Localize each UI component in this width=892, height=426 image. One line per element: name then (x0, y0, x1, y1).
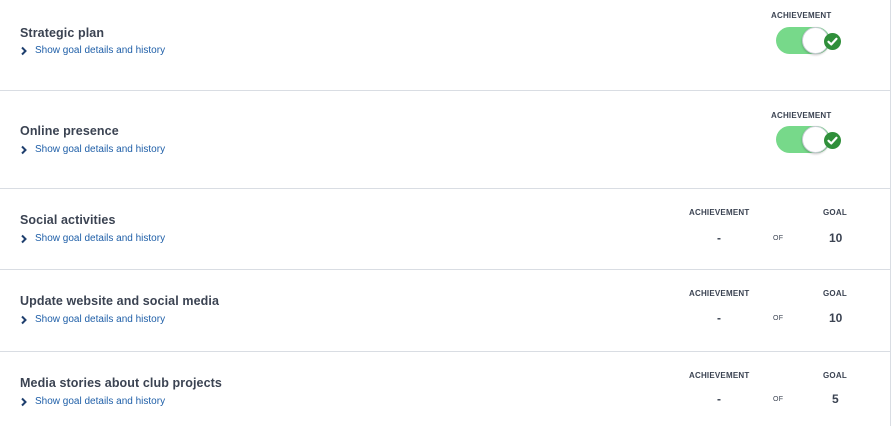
achievement-value: - (717, 231, 721, 245)
show-goal-details-label: Show goal details and history (35, 233, 166, 244)
goal-title: Update website and social media (20, 294, 219, 308)
show-goal-details-label: Show goal details and history (35, 144, 166, 155)
show-goal-details-label: Show goal details and history (35, 314, 166, 325)
goal-value: 10 (829, 231, 843, 245)
achievement-toggle[interactable] (775, 25, 843, 55)
check-circle-icon (824, 33, 841, 50)
goal-row: Update website and social media Show goa… (0, 270, 890, 352)
achievement-header: ACHIEVEMENT (689, 208, 750, 217)
goal-row: Social activities Show goal details and … (0, 189, 890, 270)
chevron-right-icon (19, 315, 29, 325)
of-label: OF (773, 235, 784, 242)
chevron-right-icon (19, 145, 29, 155)
check-circle-icon (824, 132, 841, 149)
goals-list: Strategic plan Show goal details and his… (0, 0, 891, 426)
show-goal-details-label: Show goal details and history (35, 396, 166, 407)
goal-header: GOAL (823, 208, 847, 217)
show-goal-details-link[interactable]: Show goal details and history (19, 233, 165, 244)
achievement-header: ACHIEVEMENT (771, 11, 832, 20)
show-goal-details-link[interactable]: Show goal details and history (19, 314, 165, 325)
achievement-value: - (717, 311, 721, 325)
chevron-right-icon (19, 234, 29, 244)
goal-row: Online presence Show goal details and hi… (0, 91, 890, 189)
toggle-track[interactable] (776, 27, 830, 54)
goal-title: Online presence (20, 124, 119, 138)
chevron-right-icon (19, 397, 29, 407)
goal-row: Media stories about club projects Show g… (0, 352, 890, 426)
chevron-right-icon (19, 46, 29, 56)
toggle-track[interactable] (776, 126, 830, 153)
show-goal-details-link[interactable]: Show goal details and history (19, 144, 165, 155)
show-goal-details-link[interactable]: Show goal details and history (19, 45, 165, 56)
achievement-header: ACHIEVEMENT (771, 111, 832, 120)
goal-header: GOAL (823, 289, 847, 298)
of-label: OF (773, 315, 784, 322)
goal-row: Strategic plan Show goal details and his… (0, 0, 890, 91)
goal-value: 5 (832, 392, 839, 406)
goal-title: Strategic plan (20, 26, 105, 40)
goal-header: GOAL (823, 371, 847, 380)
goal-title: Media stories about club projects (20, 376, 222, 390)
show-goal-details-label: Show goal details and history (35, 45, 166, 56)
of-label: OF (773, 396, 784, 403)
show-goal-details-link[interactable]: Show goal details and history (19, 396, 165, 407)
achievement-header: ACHIEVEMENT (689, 289, 750, 298)
goal-value: 10 (829, 311, 843, 325)
achievement-toggle[interactable] (775, 124, 843, 154)
achievement-header: ACHIEVEMENT (689, 371, 750, 380)
achievement-value: - (717, 392, 721, 406)
goal-title: Social activities (20, 213, 116, 227)
